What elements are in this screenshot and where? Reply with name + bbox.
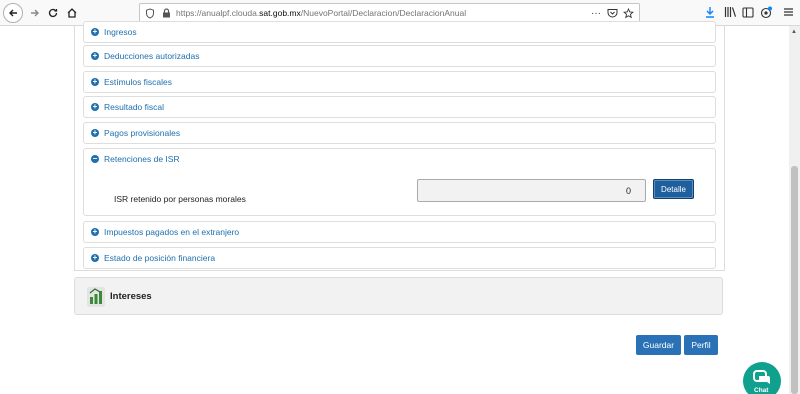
more-actions-icon[interactable]: ···	[589, 7, 603, 19]
url-bar[interactable]: https://anualpf.clouda.sat.gob.mx/NuevoP…	[139, 3, 640, 23]
section-estado-posicion[interactable]: + Estado de posición financiera	[83, 247, 716, 269]
section-label[interactable]: Retenciones de ISR	[104, 154, 180, 164]
isr-retenido-label: ISR retenido por personas morales	[114, 194, 246, 204]
deductions-panel: + Ingresos + Deducciones autorizadas + Estí…	[74, 21, 725, 271]
section-label[interactable]: Pagos provisionales	[104, 128, 180, 138]
bookmark-star-icon[interactable]	[622, 7, 634, 19]
section-pagos[interactable]: + Pagos provisionales	[83, 122, 716, 144]
url-path: /NuevoPortal/Declaracion/DeclaracionAnua…	[300, 8, 467, 18]
sidebar-icon[interactable]	[741, 5, 755, 19]
menu-icon[interactable]	[781, 5, 795, 19]
chat-icon	[753, 370, 770, 384]
extension-icon[interactable]	[759, 5, 773, 19]
section-resultado[interactable]: + Resultado fiscal	[83, 96, 716, 118]
expand-plus-icon: +	[91, 227, 99, 236]
section-ingresos[interactable]: + Ingresos	[83, 21, 716, 43]
section-label[interactable]: Ingresos	[104, 27, 137, 37]
chat-label: Chat	[754, 387, 769, 394]
url-text[interactable]: https://anualpf.clouda.sat.gob.mx/NuevoP…	[176, 8, 466, 18]
expand-plus-icon: +	[91, 128, 99, 137]
library-icon[interactable]	[723, 5, 737, 19]
page-scrollbar[interactable]: ▲	[789, 26, 800, 394]
expand-plus-icon: +	[91, 102, 99, 111]
url-domain: sat.gob.mx	[259, 8, 301, 18]
reload-icon	[48, 8, 58, 18]
intereses-panel[interactable]: Intereses	[74, 277, 723, 315]
section-label[interactable]: Impuestos pagados en el extranjero	[104, 227, 239, 237]
section-deducciones[interactable]: + Deducciones autorizadas	[83, 45, 716, 67]
section-label[interactable]: Estado de posición financiera	[104, 253, 215, 263]
guardar-button[interactable]: Guardar	[636, 335, 681, 355]
lock-icon[interactable]	[160, 7, 172, 19]
pocket-icon[interactable]	[606, 7, 618, 19]
home-icon	[67, 8, 77, 18]
perfil-button[interactable]: Perfil	[684, 335, 718, 355]
expand-plus-icon: +	[91, 253, 99, 262]
forward-button[interactable]	[25, 3, 45, 23]
shield-icon[interactable]	[144, 7, 156, 19]
expand-plus-icon: +	[91, 27, 99, 36]
interest-chart-icon	[87, 287, 105, 307]
section-label[interactable]: Resultado fiscal	[104, 102, 164, 112]
intereses-title: Intereses	[110, 291, 152, 302]
section-estimulos[interactable]: + Estímulos fiscales	[83, 71, 716, 93]
back-button[interactable]	[3, 3, 23, 23]
download-icon[interactable]	[703, 5, 717, 19]
expand-plus-icon: +	[91, 77, 99, 86]
arrow-left-icon	[9, 9, 17, 17]
reload-button[interactable]	[43, 3, 63, 23]
section-header[interactable]: − Retenciones de ISR	[91, 154, 180, 164]
section-impuestos-extranjero[interactable]: + Impuestos pagados en el extranjero	[83, 221, 716, 243]
isr-retenido-field[interactable]	[417, 179, 646, 202]
home-button[interactable]	[62, 3, 82, 23]
scroll-thumb[interactable]	[791, 166, 798, 394]
url-prefix: https://anualpf.clouda.	[176, 8, 260, 18]
scroll-up-icon[interactable]: ▲	[791, 29, 797, 35]
section-retenciones: − Retenciones de ISR ISR retenido por per…	[83, 148, 716, 216]
section-label[interactable]: Estímulos fiscales	[104, 77, 172, 87]
detalle-button[interactable]: Detalle	[653, 179, 694, 199]
expand-plus-icon: +	[91, 51, 99, 60]
section-label[interactable]: Deducciones autorizadas	[104, 51, 199, 61]
collapse-minus-icon: −	[91, 154, 99, 163]
arrow-right-icon	[31, 9, 39, 17]
